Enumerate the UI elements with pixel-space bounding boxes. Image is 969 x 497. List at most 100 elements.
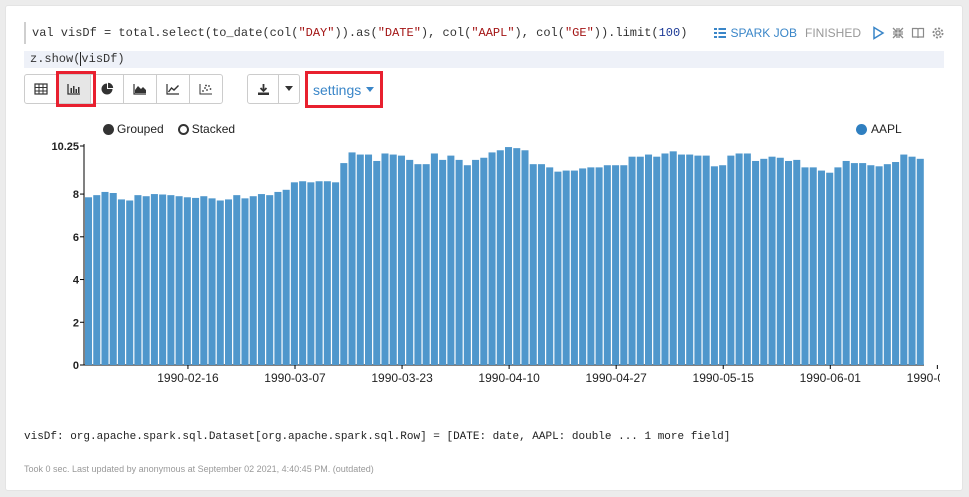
code-token: z.show( (30, 52, 81, 66)
x-tick-label: 1990-05-15 (693, 371, 755, 385)
pie-chart-button[interactable] (90, 74, 124, 104)
x-tick-label: 1990-04-10 (478, 371, 540, 385)
bar (505, 147, 513, 365)
output-text: visDf: org.apache.spark.sql.Dataset[org.… (24, 431, 731, 443)
paragraph-controls: SPARK JOB FINISHED (713, 24, 945, 42)
bar (546, 167, 554, 365)
bar (299, 181, 307, 365)
bar (537, 164, 545, 365)
spark-job-label: SPARK JOB (730, 26, 797, 40)
download-dropdown-button[interactable] (278, 74, 300, 104)
y-tick-label: 2 (73, 317, 79, 329)
radio-checked-icon (103, 123, 114, 135)
bar (101, 191, 109, 365)
bar (373, 160, 381, 365)
bar (645, 154, 653, 365)
spark-job-link[interactable]: SPARK JOB (713, 26, 797, 40)
series-color-dot (856, 123, 867, 135)
bar (192, 197, 200, 365)
bar (875, 166, 883, 365)
settings-label: settings (313, 81, 362, 98)
bar (768, 156, 776, 365)
code-token: ) (680, 26, 688, 40)
bar (752, 160, 760, 365)
bar (323, 181, 331, 365)
bar (414, 164, 422, 365)
gear-icon[interactable] (931, 26, 945, 40)
bar (307, 182, 315, 365)
area-chart-button[interactable] (123, 74, 157, 104)
bar (554, 171, 562, 365)
y-tick-label: 6 (73, 232, 79, 244)
bar (719, 165, 727, 365)
code-number: 100 (658, 26, 681, 40)
bar (735, 153, 743, 365)
code-token: val visDf = total.select(to_date(col( (32, 26, 299, 40)
bar (472, 159, 480, 365)
bar (892, 162, 900, 365)
bar (93, 195, 101, 365)
bar (513, 148, 521, 365)
y-tick-label: 10.25 (51, 141, 79, 153)
bar (274, 191, 282, 365)
bar (587, 167, 595, 365)
bar (661, 153, 669, 365)
bar (686, 154, 694, 365)
bar (496, 150, 504, 365)
bar (850, 163, 858, 365)
code-token: ), col( (514, 26, 565, 40)
bar (883, 164, 891, 365)
code-string: "DAY" (298, 26, 335, 40)
bar (521, 150, 529, 365)
bar (365, 154, 373, 365)
bar (809, 167, 817, 365)
bar (134, 195, 142, 365)
y-tick-label: 4 (73, 275, 80, 287)
scatter-chart-button[interactable] (189, 74, 223, 104)
download-button[interactable] (247, 74, 279, 104)
run-icon[interactable] (871, 26, 885, 40)
bar (480, 157, 488, 365)
radio-unchecked-icon (177, 123, 189, 135)
bar (710, 166, 718, 365)
x-tick-label: 1990-03-23 (371, 371, 433, 385)
code-string: "DATE" (377, 26, 421, 40)
code-string: "GE" (564, 26, 594, 40)
table-view-button[interactable] (24, 74, 58, 104)
bar (579, 168, 587, 365)
bar (282, 189, 290, 365)
code-token: )).as( (334, 26, 378, 40)
x-tick-label: 1990-04-27 (585, 371, 647, 385)
bar (859, 163, 867, 365)
bar (603, 165, 611, 365)
line-chart-button[interactable] (156, 74, 190, 104)
bar (826, 172, 834, 365)
bar (801, 167, 809, 365)
bar (702, 155, 710, 365)
code-line-1[interactable]: val visDf = total.select(to_date(col("DA… (24, 22, 704, 44)
code-token: visDf) (81, 52, 125, 66)
bar (142, 196, 150, 365)
bar (266, 195, 274, 365)
bar (628, 156, 636, 365)
book-icon[interactable] (911, 26, 925, 40)
x-tick-label: 1990-02-16 (157, 371, 219, 385)
bar (241, 198, 249, 365)
code-line-2[interactable]: z.show(visDf) (24, 51, 944, 68)
bar (834, 167, 842, 365)
bar (208, 198, 216, 365)
last-updated-footer: Took 0 sec. Last updated by anonymous at… (24, 464, 374, 474)
bar (257, 194, 265, 365)
bar (669, 151, 677, 365)
collapse-icon[interactable] (891, 26, 905, 40)
spark-job-icon (713, 27, 726, 39)
settings-dropdown[interactable]: settings (309, 76, 378, 103)
bar (694, 155, 702, 365)
bar (200, 196, 208, 365)
x-tick-label: 1990-06-19 (907, 371, 940, 385)
bar (653, 156, 661, 365)
bar (117, 199, 125, 365)
bar-chart-button[interactable] (57, 74, 91, 104)
download-button-group (247, 74, 300, 104)
bar (109, 193, 117, 365)
